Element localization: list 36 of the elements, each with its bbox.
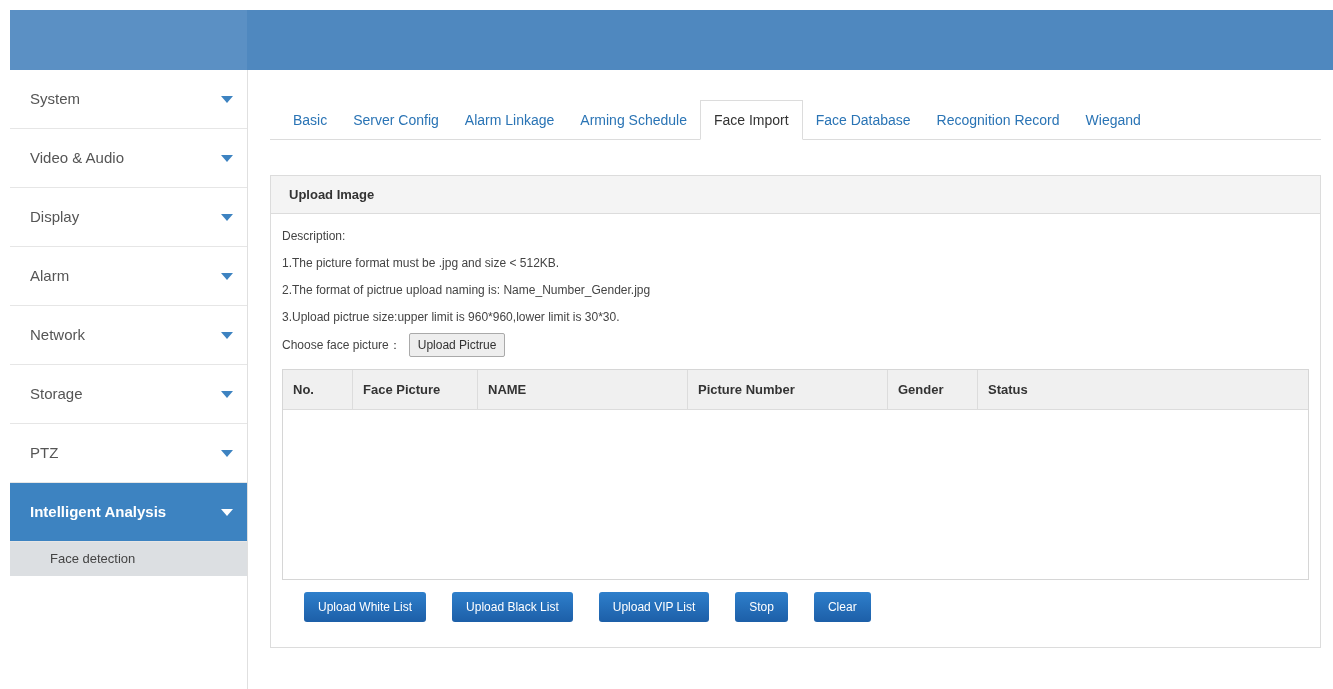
tab[interactable]: Recognition Record [923, 100, 1073, 140]
action-button[interactable]: Upload Black List [452, 592, 573, 622]
tab[interactable]: Face Import [699, 100, 803, 140]
caret-icon [221, 213, 233, 221]
tab[interactable]: Alarm Linkage [451, 100, 568, 140]
description-text: 2.The format of pictrue upload naming is: Name_Number_Gender.jpg [282, 281, 652, 299]
caret-icon [221, 331, 233, 339]
tab[interactable]: Server Config [340, 100, 452, 140]
column-header: Face Picture [353, 370, 478, 409]
description-text: Description: [282, 227, 347, 245]
tab[interactable]: Arming Schedule [567, 100, 700, 140]
action-button[interactable]: Stop [735, 592, 788, 622]
tab[interactable]: Wiegand [1072, 100, 1154, 140]
caret-icon [221, 154, 233, 162]
caret-icon [221, 508, 233, 516]
caret-icon [221, 272, 233, 280]
sidebar-subitem[interactable]: Face detection [10, 542, 247, 576]
column-header: Picture Number [688, 370, 888, 409]
description-text: 1.The picture format must be .jpg and size < 512KB. [282, 254, 561, 272]
tab[interactable]: Basic [280, 100, 341, 140]
description-text: 3.Upload pictrue size:upper limit is 960*960,lower limit is 30*30. [282, 308, 621, 326]
column-header: Gender [888, 370, 978, 409]
choose-label: Choose face picture： [282, 337, 401, 354]
caret-icon [221, 449, 233, 457]
sidebar-item[interactable]: Intelligent Analysis [10, 483, 247, 542]
column-header: NAME [478, 370, 688, 409]
panel-title: Upload Image [289, 185, 375, 204]
action-button[interactable]: Clear [813, 592, 871, 622]
caret-icon [221, 95, 233, 103]
action-button[interactable]: Upload VIP List [598, 592, 710, 622]
tab[interactable]: Face Database [802, 100, 924, 140]
action-button[interactable]: Upload White List [304, 592, 427, 622]
column-header: No. [283, 370, 353, 409]
column-header: Status [987, 380, 1029, 399]
caret-icon [221, 390, 233, 398]
upload-picture-button[interactable]: Upload Pictrue [408, 333, 506, 357]
